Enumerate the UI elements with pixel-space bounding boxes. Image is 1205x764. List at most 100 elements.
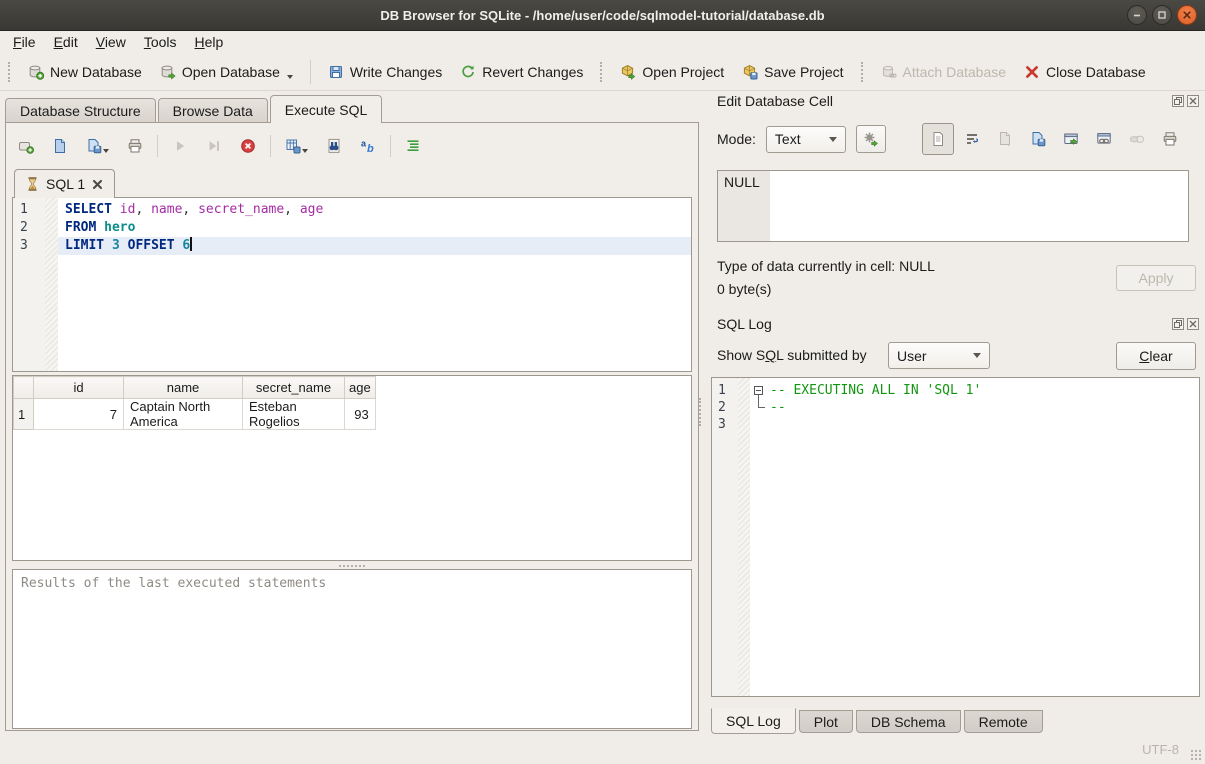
close-button[interactable] [1177, 5, 1197, 25]
menu-help[interactable]: Help [186, 32, 233, 52]
apply-settings-button[interactable] [856, 125, 886, 153]
find-icon [326, 138, 342, 154]
stop-icon [240, 138, 256, 154]
float-panel-button[interactable] [1172, 318, 1184, 330]
editor-text-area[interactable]: SELECT id, name, secret_name, age FROM h… [58, 198, 691, 371]
results-grid[interactable]: id name secret_name age 1 7 Captain Nort… [12, 375, 692, 561]
close-database-button[interactable]: Close Database [1015, 58, 1155, 86]
link-data-button[interactable] [1089, 125, 1119, 153]
main-tab-bar: Database Structure Browse Data Execute S… [5, 95, 699, 122]
encoding-indicator[interactable]: UTF-8 [1142, 742, 1179, 757]
resize-grip[interactable] [1190, 749, 1202, 761]
find-replace-button[interactable]: a b [360, 138, 376, 154]
open-database-button[interactable]: Open Database [151, 58, 302, 86]
print-sql-button[interactable] [127, 138, 143, 154]
open-sql-tab-button[interactable] [18, 138, 34, 154]
close-tab-icon[interactable] [92, 179, 103, 190]
save-sql-file-button[interactable] [86, 138, 109, 154]
execute-all-button[interactable] [172, 138, 188, 154]
sql-line-1: SELECT id, name, secret_name, age [58, 201, 691, 219]
open-sql-file-button[interactable] [52, 138, 68, 154]
close-panel-button[interactable] [1187, 95, 1199, 107]
vertical-splitter[interactable] [699, 398, 704, 426]
print-cell-button[interactable] [1155, 125, 1185, 153]
text-mode-toggle-button[interactable] [922, 123, 954, 155]
row-number[interactable]: 1 [14, 399, 34, 430]
corner-header[interactable] [14, 377, 34, 399]
menu-file[interactable]: File [4, 32, 45, 52]
log-fold-margin [738, 378, 750, 696]
apply-settings-icon [863, 131, 879, 147]
chevron-down-icon [973, 353, 981, 358]
cell-age[interactable]: 93 [345, 399, 376, 430]
dock-tab-db-schema[interactable]: DB Schema [856, 710, 961, 733]
dock-tab-plot[interactable]: Plot [799, 710, 853, 733]
apply-button[interactable]: Apply [1116, 265, 1196, 291]
toolbar-grip[interactable] [861, 62, 866, 82]
float-panel-button[interactable] [1172, 95, 1184, 107]
log-filter-combobox[interactable]: User [888, 342, 990, 369]
stop-execution-button[interactable] [240, 138, 256, 154]
maximize-icon [1157, 10, 1167, 20]
sql-log-filter-row: Show SQL submitted by User Clear [717, 342, 1196, 370]
tab-database-structure[interactable]: Database Structure [5, 98, 156, 122]
attach-database-button[interactable]: Attach Database [872, 58, 1016, 86]
revert-changes-button[interactable]: Revert Changes [451, 58, 592, 86]
menu-view[interactable]: View [87, 32, 135, 52]
tab-browse-data[interactable]: Browse Data [158, 98, 268, 122]
new-database-button[interactable]: New Database [19, 58, 151, 86]
cell-name[interactable]: Captain North America [124, 399, 243, 430]
minimize-button[interactable] [1127, 5, 1147, 25]
sql-code-editor[interactable]: 1 2 3 SELECT id, name, secret_name, age … [12, 197, 692, 372]
column-header-age[interactable]: age [345, 377, 376, 399]
cell-text-area[interactable] [770, 171, 1188, 241]
maximize-button[interactable] [1152, 5, 1172, 25]
save-data-button[interactable] [1023, 125, 1053, 153]
dock-tab-sql-log[interactable]: SQL Log [711, 708, 796, 734]
dock-controls [1172, 318, 1199, 330]
cell-id[interactable]: 7 [34, 399, 124, 430]
menu-edit[interactable]: Edit [45, 32, 87, 52]
menu-tools[interactable]: Tools [135, 32, 186, 52]
text-cursor [190, 237, 192, 251]
find-button[interactable] [326, 138, 342, 154]
log-text-area[interactable]: -- EXECUTING ALL IN 'SQL 1' -- [750, 378, 1199, 696]
open-project-button[interactable]: Open Project [611, 58, 733, 86]
save-sql-dropdown-caret[interactable] [103, 149, 109, 153]
toolbar-grip[interactable] [600, 62, 605, 82]
mode-combobox[interactable]: Text [766, 126, 846, 153]
dock-tab-remote[interactable]: Remote [964, 710, 1043, 733]
find-replace-icon: a b [360, 138, 376, 154]
results-message-box[interactable]: Results of the last executed statements [12, 569, 692, 729]
close-panel-button[interactable] [1187, 318, 1199, 330]
sql-log-title: SQL Log [717, 316, 772, 332]
cell-secret-name[interactable]: Esteban Rogelios [243, 399, 345, 430]
sql-log-view[interactable]: 1 2 3 -- EXECUTING ALL IN 'SQL 1' -- [711, 377, 1200, 697]
clear-log-button[interactable]: Clear [1116, 342, 1196, 370]
column-header-id[interactable]: id [34, 377, 124, 399]
export-data-button[interactable] [1056, 125, 1086, 153]
fold-collapse-icon[interactable] [754, 386, 763, 395]
execute-sql-page: a b SQL 1 [5, 122, 699, 731]
write-changes-button[interactable]: Write Changes [319, 58, 451, 86]
save-project-button[interactable]: Save Project [733, 58, 852, 86]
mode-value: Text [775, 131, 801, 147]
save-results-dropdown-caret[interactable] [302, 149, 308, 153]
null-toggle-button[interactable] [1122, 125, 1152, 153]
execute-current-line-button[interactable] [206, 138, 222, 154]
column-header-secret-name[interactable]: secret_name [243, 377, 345, 399]
save-sql-file-icon [86, 138, 102, 154]
import-data-button[interactable] [990, 125, 1020, 153]
word-wrap-button[interactable] [957, 125, 987, 153]
print-cell-icon [1162, 131, 1178, 147]
toolbar-grip[interactable] [8, 62, 13, 82]
save-results-button[interactable] [285, 138, 308, 154]
column-header-name[interactable]: name [124, 377, 243, 399]
tab-execute-sql[interactable]: Execute SQL [270, 95, 383, 123]
format-sql-button[interactable] [405, 138, 421, 154]
import-data-icon [997, 131, 1013, 147]
dock-controls [1172, 95, 1199, 107]
cell-value-editor[interactable]: NULL [717, 170, 1189, 242]
sql-1-tab[interactable]: SQL 1 [14, 169, 115, 198]
open-database-dropdown-caret[interactable] [287, 75, 293, 79]
